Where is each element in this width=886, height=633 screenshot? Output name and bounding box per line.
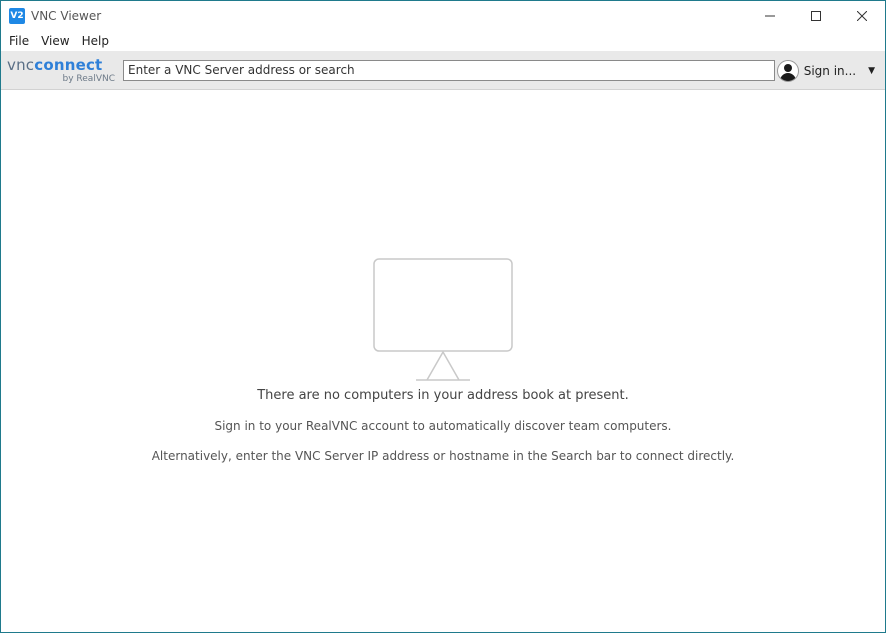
maximize-icon (811, 11, 821, 21)
sign-in-label: Sign in... (803, 64, 857, 78)
avatar-body (779, 73, 796, 81)
maximize-button[interactable] (793, 1, 839, 31)
user-avatar-icon (776, 60, 799, 82)
menu-file[interactable]: File (3, 31, 35, 51)
close-icon (857, 11, 867, 21)
menu-view[interactable]: View (35, 31, 75, 51)
title-bar[interactable]: V2 VNC Viewer (1, 1, 885, 31)
empty-state-title: There are no computers in your address b… (257, 388, 629, 403)
sign-in-button[interactable]: Sign in... ▼ (776, 60, 875, 82)
logo-byline: by RealVNC (62, 74, 115, 84)
empty-state-hint-signin: Sign in to your RealVNC account to autom… (214, 419, 672, 433)
logo-connect-text: connect (34, 56, 103, 74)
menu-help[interactable]: Help (76, 31, 115, 51)
minimize-icon (765, 15, 775, 17)
vnc-connect-logo: vncconnect by RealVNC (7, 54, 119, 86)
menu-bar: File View Help (1, 31, 885, 51)
monitor-icon (373, 258, 513, 381)
avatar-head (783, 64, 792, 72)
logo-vnc-text: vnc (7, 56, 35, 74)
search-input[interactable] (123, 59, 775, 81)
address-book-area: There are no computers in your address b… (1, 90, 885, 632)
app-icon: V2 (9, 8, 25, 24)
minimize-button[interactable] (747, 1, 793, 31)
empty-state-hint-search: Alternatively, enter the VNC Server IP a… (151, 449, 735, 463)
toolbar: vncconnect by RealVNC Sign in... ▼ (1, 51, 885, 90)
app-window: V2 VNC Viewer File View Help vncconnect … (0, 0, 886, 633)
chevron-down-icon[interactable]: ▼ (868, 66, 875, 76)
window-title: VNC Viewer (31, 9, 102, 23)
close-button[interactable] (839, 1, 885, 31)
logo-wordmark: vncconnect (7, 56, 102, 74)
